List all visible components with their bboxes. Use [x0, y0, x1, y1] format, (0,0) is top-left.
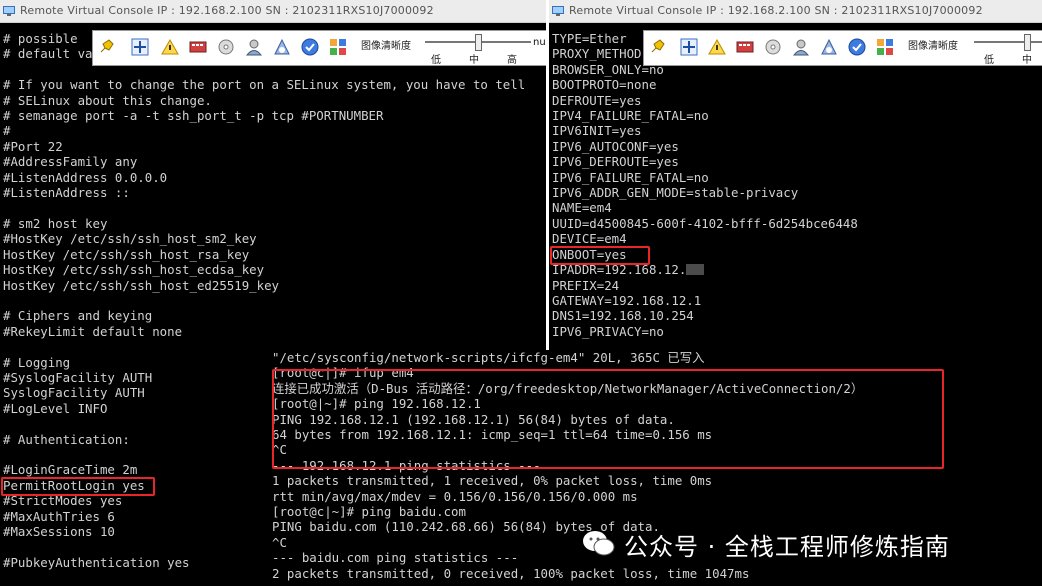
console-app-icon: [3, 6, 15, 16]
move-icon[interactable]: [131, 38, 149, 56]
redacted-mask: [686, 264, 705, 276]
clarity-high-label: 高: [507, 55, 517, 66]
terminal-line: # sm2 host key: [3, 215, 108, 231]
terminal-line: # SELinux about this change.: [3, 92, 212, 108]
terminal-line: PREFIX=24: [552, 277, 620, 293]
terminal-line: #ListenAddress ::: [3, 185, 130, 201]
terminal-line: IPV6_DEFROUTE=yes: [552, 154, 679, 170]
right-console-toolbar: 图像清晰度 低 中: [643, 30, 1042, 66]
terminal-line: # possible: [3, 31, 78, 46]
image-clarity-slider-knob[interactable]: [475, 34, 482, 51]
terminal-line: # semanage port -a -t ssh_port_t -p tcp …: [3, 108, 384, 124]
disk-icon[interactable]: [217, 38, 235, 56]
terminal-line: HostKey /etc/ssh/ssh_host_ecdsa_key: [3, 262, 265, 278]
warning-icon[interactable]: [161, 38, 179, 56]
terminal-line: TYPE=Ether: [552, 31, 627, 46]
user-icon[interactable]: [792, 38, 810, 56]
move-icon[interactable]: [680, 38, 698, 56]
ifup-ping-highlight: [272, 369, 944, 469]
clarity-low-label: 低: [431, 55, 441, 66]
terminal-line: IPV4_FAILURE_FATAL=no: [552, 108, 709, 124]
vim-write-status: "/etc/sysconfig/network-scripts/ifcfg-em…: [272, 350, 705, 365]
ok-icon[interactable]: [848, 38, 866, 56]
settings-grid-icon[interactable]: [329, 38, 347, 56]
terminal-line: --- baidu.com ping statistics ---: [272, 550, 519, 566]
terminal-line: 2 packets transmitted, 0 received, 100% …: [272, 565, 750, 581]
pin-icon[interactable]: [97, 38, 115, 56]
terminal-line-permit-root-login: #LoginGraceTime 2m: [3, 462, 138, 478]
terminal-line: #HostKey /etc/ssh/ssh_host_sm2_key: [3, 231, 257, 247]
left-console-title: Remote Virtual Console IP : 192.168.2.10…: [20, 4, 434, 17]
terminal-line: #LogLevel INFO: [3, 400, 108, 416]
terminal-line: # Logging: [3, 354, 71, 370]
keyboard-icon[interactable]: [736, 38, 754, 56]
terminal-line: UUID=d4500845-600f-4102-bfff-6d254bce644…: [552, 215, 858, 231]
terminal-line: IPV6_AUTOCONF=yes: [552, 138, 679, 154]
terminal-line: GATEWAY=192.168.12.1: [552, 292, 702, 308]
terminal-line: #: [3, 123, 11, 139]
right-console-titlebar: Remote Virtual Console IP : 192.168.2.10…: [549, 0, 1042, 23]
right-terminal-output[interactable]: TYPE=Ether PROXY_METHOD BROWSER_ONLY=no …: [552, 31, 858, 339]
vim-status-line: #PubkeyAuthentication yes: [3, 554, 190, 570]
terminal-line: #Port 22: [3, 138, 63, 154]
terminal-line: #ListenAddress 0.0.0.0: [3, 169, 168, 185]
terminal-line: # Authentication:: [3, 431, 130, 447]
terminal-line: DEVICE=em4: [552, 231, 627, 247]
clarity-low-label: 低: [984, 55, 994, 66]
terminal-line: #MaxSessions 10: [3, 524, 115, 539]
console-app-icon: [552, 6, 564, 16]
terminal-line: #MaxAuthTries 6: [3, 508, 115, 524]
settings-grid-icon[interactable]: [876, 38, 894, 56]
terminal-line: [root@c|~]# ping baidu.com: [272, 504, 466, 520]
image-clarity-slider[interactable]: [425, 34, 531, 51]
image-clarity-slider-knob[interactable]: [1024, 34, 1031, 51]
watermark-text: 公众号 · 全栈工程师修炼指南: [624, 532, 950, 561]
warning-icon[interactable]: [708, 38, 726, 56]
terminal-line: DEFROUTE=yes: [552, 92, 642, 108]
terminal-line: SyslogFacility AUTH: [3, 385, 145, 401]
terminal-line: IPV6INIT=yes: [552, 123, 642, 139]
terminal-line: # Ciphers and keying: [3, 308, 153, 324]
ok-icon[interactable]: [301, 38, 319, 56]
image-clarity-label: 图像清晰度: [361, 41, 411, 52]
terminal-line: ^C: [272, 534, 287, 550]
image-clarity-slider[interactable]: [974, 34, 1042, 51]
terminal-line: PROXY_METHOD: [552, 46, 642, 62]
terminal-line: #RekeyLimit default none: [3, 323, 183, 339]
terminal-line: IPV6_FAILURE_FATAL=no: [552, 169, 709, 185]
terminal-line: rtt min/avg/max/mdev = 0.156/0.156/0.156…: [272, 488, 638, 504]
terminal-line: 1 packets transmitted, 1 received, 0% pa…: [272, 473, 713, 489]
image-clarity-label: 图像清晰度: [908, 41, 958, 52]
left-console-toolbar: 图像清晰度 低 中 高 nu: [92, 30, 546, 66]
wechat-icon: [583, 531, 615, 556]
clarity-mid-label: 中: [469, 55, 479, 66]
power-icon[interactable]: [820, 38, 838, 56]
terminal-line: # If you want to change the port on a SE…: [3, 77, 526, 93]
terminal-line: IPV6_ADDR_GEN_MODE=stable-privacy: [552, 185, 799, 201]
permit-root-login-highlight: [1, 477, 155, 496]
left-console-titlebar: Remote Virtual Console IP : 192.168.2.10…: [0, 0, 546, 23]
wechat-watermark: 公众号 · 全栈工程师修炼指南: [582, 526, 950, 562]
clarity-mid-label: 中: [1022, 55, 1032, 66]
right-console-title: Remote Virtual Console IP : 192.168.2.10…: [569, 4, 983, 17]
keyboard-icon[interactable]: [189, 38, 207, 56]
disk-icon[interactable]: [764, 38, 782, 56]
terminal-line: #AddressFamily any: [3, 154, 138, 170]
toolbar-cut-text: nu: [533, 37, 546, 48]
pin-icon[interactable]: [648, 38, 666, 56]
terminal-line: HostKey /etc/ssh/ssh_host_rsa_key: [3, 246, 250, 262]
user-icon[interactable]: [245, 38, 263, 56]
terminal-line: # default va: [3, 46, 93, 62]
terminal-line: BOOTPROTO=none: [552, 77, 657, 93]
onboot-highlight: [550, 246, 650, 265]
terminal-line: #SyslogFacility AUTH: [3, 369, 153, 385]
terminal-line: HostKey /etc/ssh/ssh_host_ed25519_key: [3, 277, 280, 293]
power-icon[interactable]: [273, 38, 291, 56]
terminal-line: DNS1=192.168.10.254: [552, 308, 694, 324]
terminal-line: NAME=em4: [552, 200, 612, 216]
terminal-line: IPV6_PRIVACY=no: [552, 323, 664, 339]
